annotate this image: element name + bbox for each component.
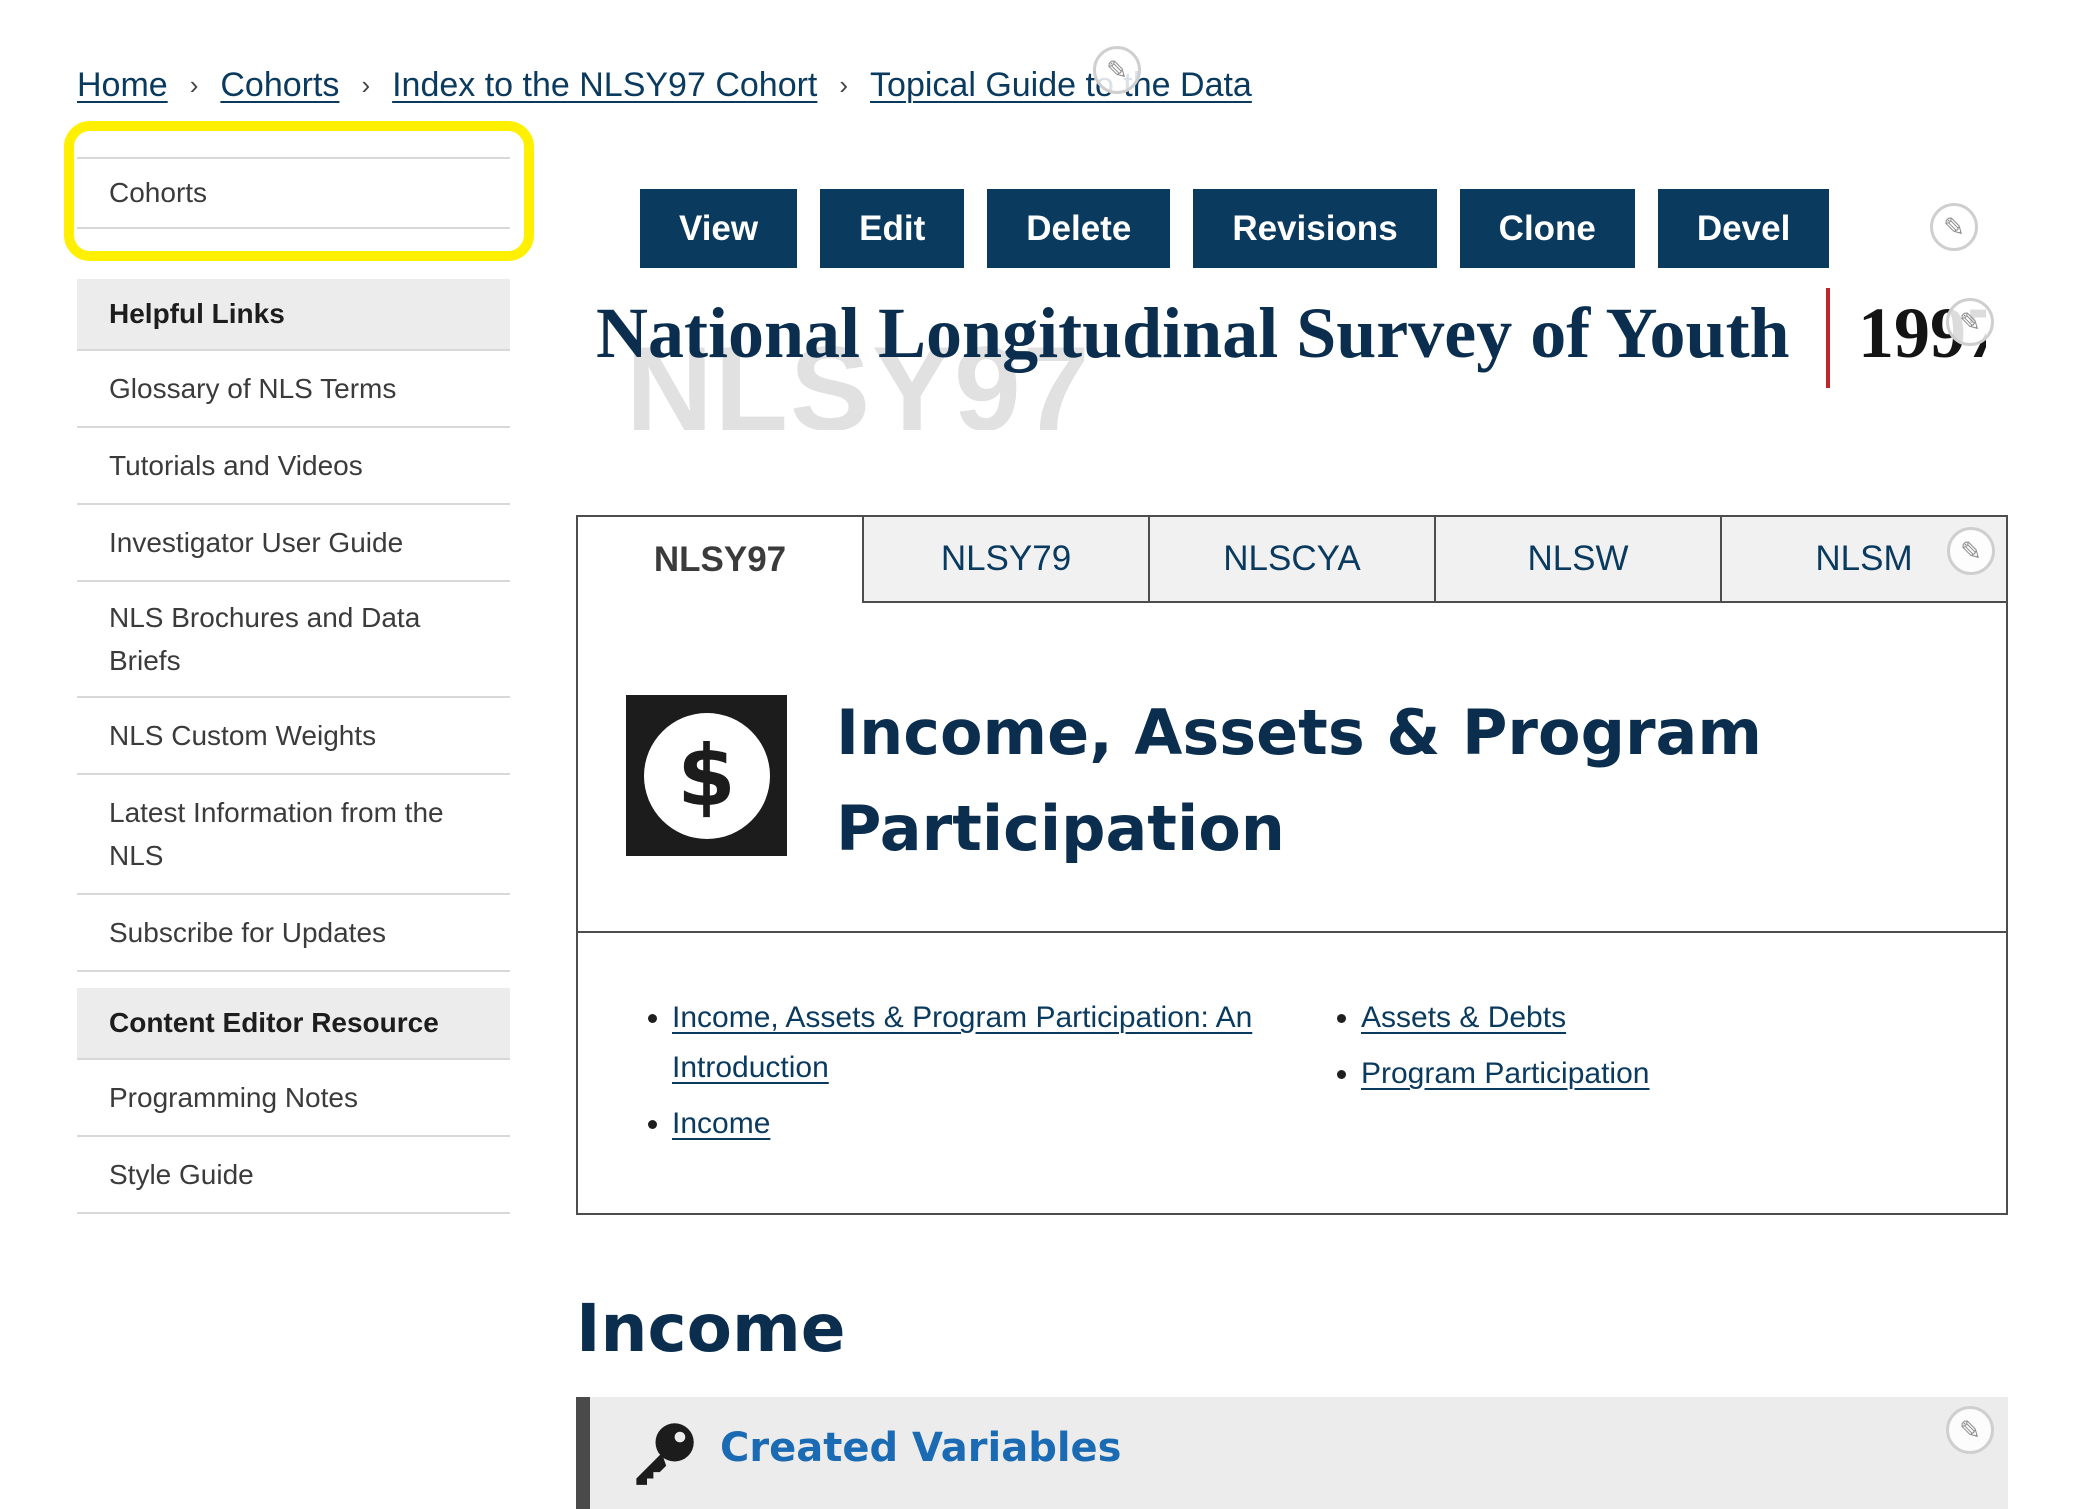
view-button[interactable]: View xyxy=(640,189,798,268)
sidebar-item-brochures[interactable]: NLS Brochures and Data Briefs xyxy=(77,582,510,698)
breadcrumb-separator-icon: › xyxy=(361,70,371,100)
topic-title: Income, Assets & Program Participation xyxy=(836,696,1762,865)
pencil-edit-icon[interactable]: ✎ xyxy=(1946,1406,1994,1454)
content-editor-menu: Content Editor Resource Programming Note… xyxy=(77,988,510,1214)
survey-banner: NLSY97 National Longitudinal Survey of Y… xyxy=(596,280,1986,430)
banner-divider xyxy=(1826,288,1830,388)
admin-action-bar: View Edit Delete Revisions Clone Devel xyxy=(640,189,1830,268)
breadcrumb-index-link[interactable]: Index to the NLSY97 Cohort xyxy=(392,66,817,105)
content-editor-heading: Content Editor Resource xyxy=(77,988,510,1060)
sidebar-item-subscribe[interactable]: Subscribe for Updates xyxy=(77,895,510,972)
tab-nlscya[interactable]: NLSCYA xyxy=(1148,517,1434,603)
topic-links-right: Assets & Debts Program Participation xyxy=(1327,993,1649,1155)
breadcrumb-separator-icon: › xyxy=(189,70,199,100)
sidebar-item-custom-weights[interactable]: NLS Custom Weights xyxy=(77,698,510,775)
clone-button[interactable]: Clone xyxy=(1459,189,1635,268)
sidebar-item-programming-notes[interactable]: Programming Notes xyxy=(77,1060,510,1137)
key-icon xyxy=(636,1423,694,1485)
list-item: Program Participation xyxy=(1361,1049,1649,1099)
pencil-edit-icon[interactable]: ✎ xyxy=(1093,46,1141,94)
pencil-edit-icon[interactable]: ✎ xyxy=(1946,298,1994,346)
tab-nlsy79[interactable]: NLSY79 xyxy=(862,517,1148,603)
pencil-edit-icon[interactable]: ✎ xyxy=(1947,527,1995,575)
helpful-links-menu: Helpful Links Glossary of NLS Terms Tuto… xyxy=(77,279,510,972)
topic-links: Income, Assets & Program Participation: … xyxy=(578,933,2006,1155)
pencil-edit-icon[interactable]: ✎ xyxy=(1930,203,1978,251)
delete-button[interactable]: Delete xyxy=(987,189,1171,268)
tab-nlsw[interactable]: NLSW xyxy=(1434,517,1720,603)
breadcrumb-separator-icon: › xyxy=(839,70,849,100)
section-heading-income: Income xyxy=(576,1290,846,1367)
helpful-links-heading: Helpful Links xyxy=(77,279,510,351)
sidebar-item-user-guide[interactable]: Investigator User Guide xyxy=(77,505,510,582)
topic-header: $ Income, Assets & Program Participation xyxy=(578,603,2006,933)
created-variables-title[interactable]: Created Variables xyxy=(720,1425,1121,1471)
list-item: Assets & Debts xyxy=(1361,993,1649,1043)
link-income[interactable]: Income xyxy=(672,1107,770,1140)
devel-button[interactable]: Devel xyxy=(1657,189,1830,268)
sidebar-item-cohorts[interactable]: Cohorts xyxy=(77,157,510,229)
list-item: Income xyxy=(672,1099,1272,1149)
cohort-tabs-panel: NLSY97 NLSY79 NLSCYA NLSW NLSM $ Income,… xyxy=(576,515,2008,1215)
dollar-circle-icon: $ xyxy=(626,695,787,856)
link-program-participation[interactable]: Program Participation xyxy=(1361,1057,1649,1090)
sidebar-item-tutorials[interactable]: Tutorials and Videos xyxy=(77,428,510,505)
tab-nlsy97[interactable]: NLSY97 xyxy=(578,517,862,603)
created-variables-box: Created Variables xyxy=(576,1397,2008,1509)
list-item: Income, Assets & Program Participation: … xyxy=(672,993,1272,1093)
survey-title: National Longitudinal Survey of Youth xyxy=(596,293,1790,373)
sidebar-item-glossary[interactable]: Glossary of NLS Terms xyxy=(77,351,510,428)
cohort-tabs: NLSY97 NLSY79 NLSCYA NLSW NLSM xyxy=(578,517,2006,603)
breadcrumb: Home › Cohorts › Index to the NLSY97 Coh… xyxy=(77,66,1252,105)
breadcrumb-cohorts-link[interactable]: Cohorts xyxy=(220,66,339,105)
breadcrumb-home-link[interactable]: Home xyxy=(77,66,168,105)
topic-links-left: Income, Assets & Program Participation: … xyxy=(638,993,1272,1155)
sidebar-item-latest-info[interactable]: Latest Information from the NLS xyxy=(77,775,510,895)
edit-button[interactable]: Edit xyxy=(820,189,965,268)
sidebar-item-style-guide[interactable]: Style Guide xyxy=(77,1137,510,1214)
link-assets-debts[interactable]: Assets & Debts xyxy=(1361,1001,1566,1034)
breadcrumb-topical-guide-link[interactable]: Topical Guide to the Data xyxy=(870,66,1252,105)
revisions-button[interactable]: Revisions xyxy=(1193,189,1437,268)
link-introduction[interactable]: Income, Assets & Program Participation: … xyxy=(672,1001,1252,1084)
